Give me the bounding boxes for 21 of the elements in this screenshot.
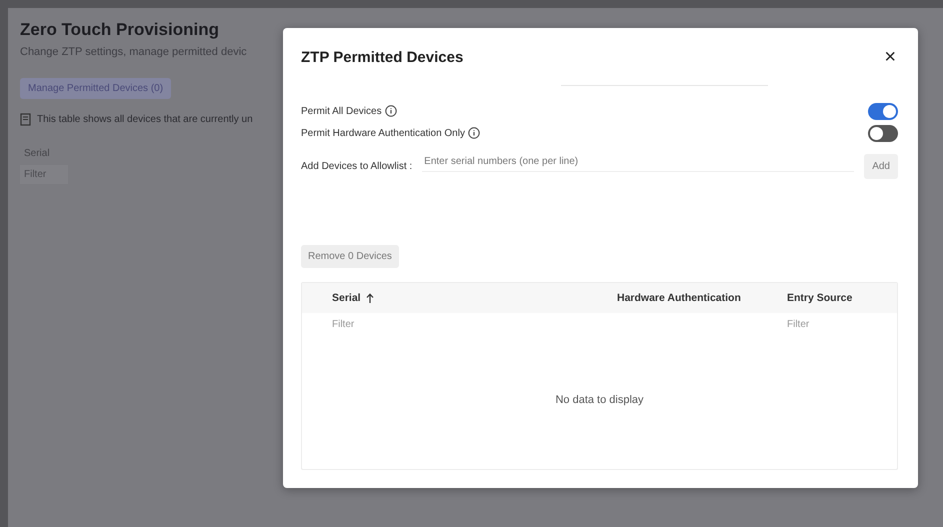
remove-devices-button[interactable]: Remove 0 Devices — [301, 245, 399, 268]
allowlist-label: Add Devices to Allowlist : — [301, 161, 412, 172]
column-header[interactable]: Hardware Authentication — [617, 292, 741, 304]
toggle-switch[interactable] — [868, 102, 898, 120]
dialog-title: ZTP Permitted Devices — [301, 49, 464, 66]
page-title: Zero Touch Provisioning — [20, 20, 220, 40]
info-text: This table shows all devices that are currently un — [37, 114, 253, 125]
page-subtitle: Change ZTP settings, manage permitted devic — [20, 46, 247, 58]
toggle-switch[interactable] — [868, 124, 898, 142]
empty-message: No data to display — [555, 394, 644, 406]
setting-label: Permit All Devices — [301, 106, 382, 116]
sort-arrow-icon[interactable] — [366, 292, 374, 304]
column-header[interactable]: Entry Source — [787, 292, 852, 304]
manage-devices-button[interactable]: Manage Permitted Devices (0) — [20, 78, 172, 99]
info-icon — [384, 105, 397, 117]
info-icon — [468, 127, 480, 139]
add-button[interactable]: Add — [864, 154, 898, 179]
column-header[interactable]: Serial — [332, 292, 361, 304]
close-button[interactable]: × — [882, 46, 898, 69]
setting-label: Permit Hardware Authentication Only — [301, 128, 465, 138]
document-icon — [20, 113, 31, 126]
